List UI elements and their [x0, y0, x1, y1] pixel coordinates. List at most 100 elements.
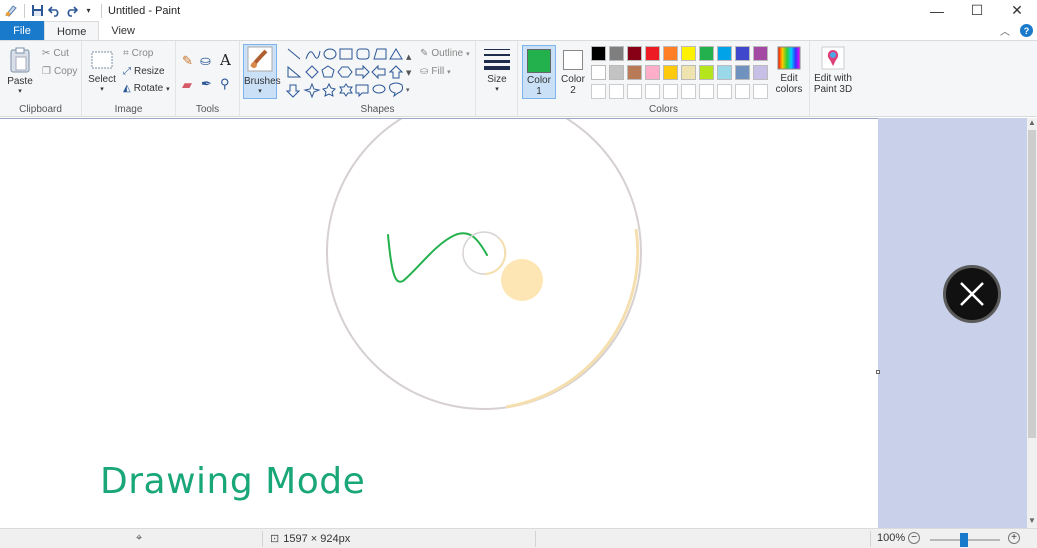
color-swatch[interactable] — [609, 46, 624, 61]
zoom-slider-thumb[interactable] — [960, 533, 968, 547]
paste-button[interactable]: Paste ▾ — [4, 47, 36, 95]
collapse-ribbon-icon[interactable]: ︿ — [1000, 23, 1010, 38]
color-swatch[interactable] — [753, 65, 768, 80]
paste-label: Paste — [7, 76, 33, 87]
color-swatch[interactable] — [645, 65, 660, 80]
cut-label: Cut — [53, 48, 69, 59]
color-swatch[interactable] — [663, 46, 678, 61]
custom-color-slot[interactable] — [735, 84, 750, 99]
text-icon[interactable]: A — [220, 51, 231, 69]
custom-color-slot[interactable] — [627, 84, 642, 99]
eraser-icon[interactable]: ▰ — [182, 77, 192, 93]
cursor-position-icon: ⌖ — [136, 532, 143, 544]
size-label: Size — [487, 74, 507, 85]
custom-color-slot[interactable] — [681, 84, 696, 99]
edit-colors-label: Edit colors — [775, 73, 803, 95]
select-icon — [91, 51, 113, 69]
window-title: Untitled - Paint — [108, 4, 181, 17]
scroll-up-icon[interactable]: ▲ — [1027, 118, 1037, 128]
color-swatch[interactable] — [717, 46, 732, 61]
brushes-button[interactable]: Brushes ▾ — [243, 44, 281, 99]
color-swatch[interactable] — [681, 46, 696, 61]
custom-color-slot[interactable] — [609, 84, 624, 99]
shapes-gallery-icons[interactable]: ▲ ▼ ▾ — [285, 47, 412, 103]
drawing-canvas[interactable]: Drawing Mode — [0, 94, 878, 528]
crop-icon: ⌗ — [123, 48, 129, 59]
color-swatch[interactable] — [753, 46, 768, 61]
color-swatch[interactable] — [627, 65, 642, 80]
colors-group-label: Colors — [649, 104, 678, 115]
zoom-out-button[interactable]: − — [908, 532, 920, 544]
svg-text:▲: ▲ — [406, 53, 412, 61]
copy-button[interactable]: ❐ Copy — [42, 66, 77, 77]
tools-group-label: Tools — [195, 104, 220, 115]
custom-color-slot[interactable] — [645, 84, 660, 99]
close-icon[interactable]: ✕ — [997, 0, 1037, 21]
zoom-in-button[interactable]: + — [1008, 532, 1020, 544]
color-swatch[interactable] — [591, 46, 606, 61]
rainbow-palette-icon — [777, 46, 801, 70]
custom-color-slot[interactable] — [699, 84, 714, 99]
clipboard-group-label: Clipboard — [19, 104, 62, 115]
canvas-dimensions-value: 1597 × 924px — [283, 532, 351, 545]
tab-view[interactable]: View — [99, 21, 147, 41]
color-swatch[interactable] — [609, 65, 624, 80]
crop-button[interactable]: ⌗ Crop — [123, 48, 153, 59]
color-swatch[interactable] — [627, 46, 642, 61]
fill-button[interactable]: ⛀ Fill ▾ — [420, 66, 451, 77]
resize-button[interactable]: ⤢ Resize — [123, 66, 165, 77]
save-icon[interactable] — [29, 2, 46, 19]
rotate-button[interactable]: ◭ Rotate ▾ — [123, 83, 170, 94]
color-swatch[interactable] — [591, 65, 606, 80]
fill-icon: ⛀ — [420, 66, 429, 77]
customize-quick-access-icon[interactable]: ▾ — [80, 2, 97, 19]
select-button[interactable]: Select ▾ — [86, 49, 118, 93]
magnifier-icon[interactable]: ⚲ — [220, 76, 230, 92]
custom-color-slot[interactable] — [591, 84, 606, 99]
color-swatch[interactable] — [699, 65, 714, 80]
scroll-down-icon[interactable]: ▼ — [1027, 516, 1037, 526]
maximize-icon[interactable]: ☐ — [957, 0, 997, 21]
color-swatch[interactable] — [735, 46, 750, 61]
color-swatch[interactable] — [645, 46, 660, 61]
color-swatch[interactable] — [663, 65, 678, 80]
canvas-resize-handle[interactable] — [876, 370, 880, 374]
paint3d-group: Edit with Paint 3D — [810, 41, 856, 117]
pencil-icon[interactable]: ✎ — [182, 53, 193, 69]
color-swatch[interactable] — [717, 65, 732, 80]
color-picker-icon[interactable]: ✒ — [201, 76, 212, 92]
custom-color-slot[interactable] — [717, 84, 732, 99]
outline-button[interactable]: ✎ Outline ▾ — [420, 48, 470, 59]
color1-button[interactable]: Color 1 — [522, 45, 556, 99]
minimize-icon[interactable]: — — [917, 0, 957, 21]
edit-colors-button[interactable]: Edit colors — [772, 46, 806, 95]
colors-group: Color 1 Color 2 Edit colors Colors — [518, 41, 810, 117]
clipboard-icon — [10, 47, 30, 73]
tab-home[interactable]: Home — [44, 21, 100, 41]
undo-icon[interactable] — [46, 2, 63, 19]
color-swatch[interactable] — [735, 65, 750, 80]
color-swatch[interactable] — [681, 65, 696, 80]
custom-color-slot[interactable] — [753, 84, 768, 99]
cut-button[interactable]: ✂ Cut — [42, 48, 69, 59]
color2-button[interactable]: Color 2 — [558, 45, 588, 99]
rotate-icon: ◭ — [123, 83, 131, 94]
help-icon[interactable]: ? — [1020, 24, 1033, 37]
tab-file[interactable]: File — [0, 21, 44, 41]
edit-with-paint3d-button[interactable]: Edit with Paint 3D — [812, 46, 854, 95]
zoom-level: 100% — [877, 532, 906, 544]
svg-text:▼: ▼ — [406, 69, 412, 77]
paint3d-icon — [821, 46, 845, 70]
fill-bucket-icon[interactable]: ⛀ — [200, 53, 211, 69]
image-group-label: Image — [114, 104, 143, 115]
vertical-scrollbar[interactable]: ▲ ▼ — [1027, 118, 1037, 528]
custom-color-slot[interactable] — [663, 84, 678, 99]
color-swatch[interactable] — [699, 46, 714, 61]
canvas-dimensions: ⊡ 1597 × 924px — [270, 532, 351, 546]
close-circle-icon[interactable] — [943, 265, 1001, 323]
canvas-workspace: Drawing Mode — [0, 94, 1027, 528]
scrollbar-thumb[interactable] — [1028, 130, 1036, 438]
redo-icon[interactable] — [63, 2, 80, 19]
size-button[interactable]: Size ▾ — [480, 47, 514, 93]
color1-label: Color 1 — [527, 75, 551, 97]
